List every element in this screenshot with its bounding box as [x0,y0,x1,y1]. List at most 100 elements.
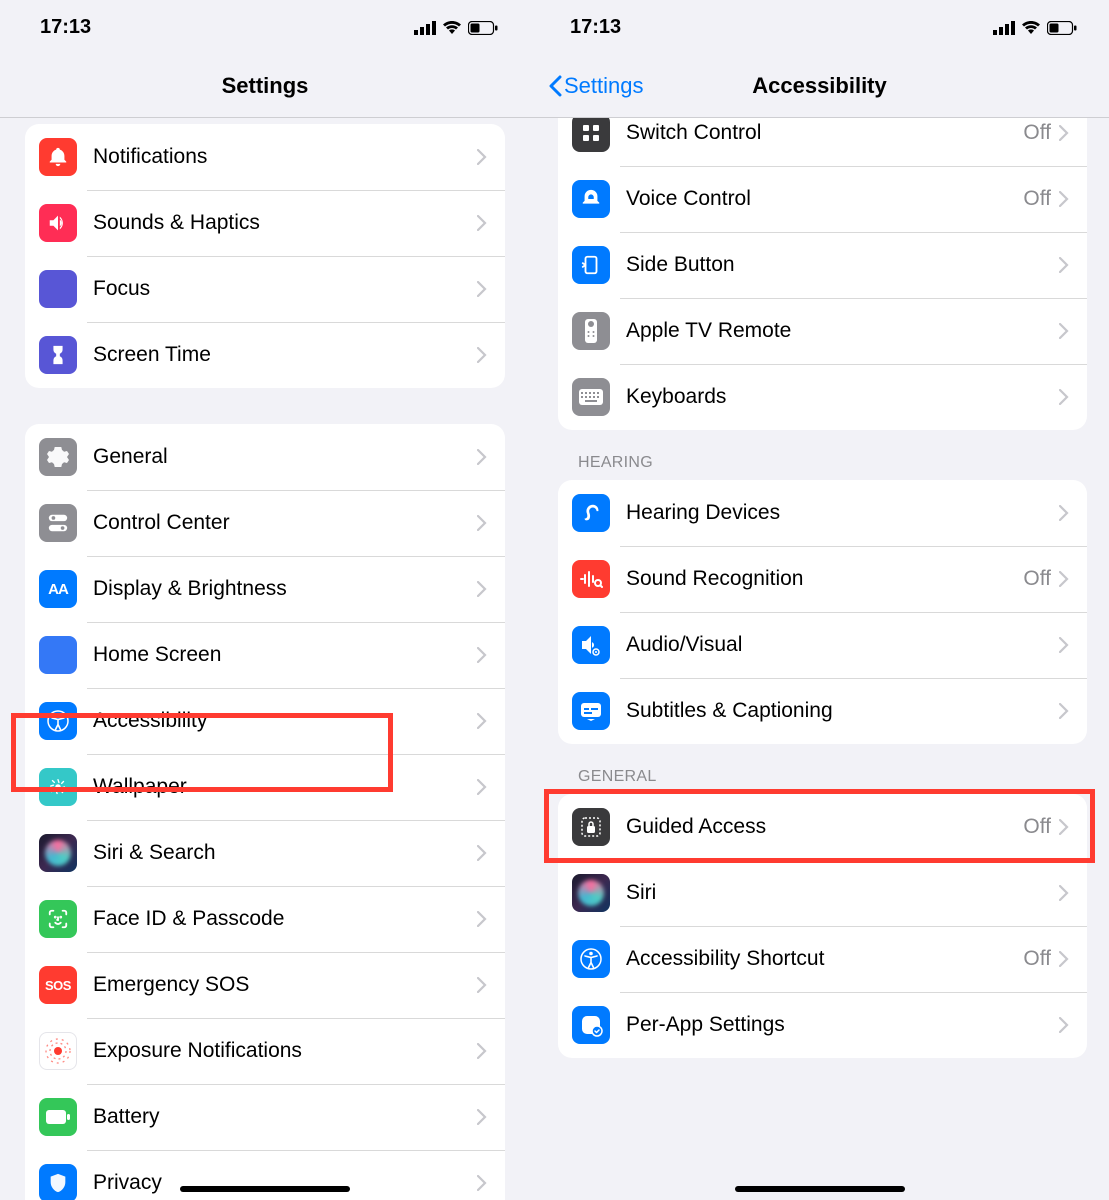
accessibility-screen: 17:13 Settings Accessibility Switch Cont… [530,0,1109,1200]
settings-group-2: General Control Center AA Display & Brig… [25,424,505,1200]
general-header: GENERAL [558,744,1087,794]
chevron-icon [1059,951,1069,967]
chevron-icon [1059,505,1069,521]
switch-control-icon [572,118,610,152]
row-emergency-sos[interactable]: SOS Emergency SOS [25,952,505,1018]
chevron-icon [477,581,487,597]
chevron-icon [477,977,487,993]
row-sounds-haptics[interactable]: Sounds & Haptics [25,190,505,256]
chevron-left-icon [548,75,562,97]
side-button-icon [572,246,610,284]
row-battery[interactable]: Battery [25,1084,505,1150]
row-label: Siri [626,881,1059,905]
row-label: Apple TV Remote [626,319,1059,343]
row-side-button[interactable]: Side Button [558,232,1087,298]
chevron-icon [477,845,487,861]
screen-time-icon [39,336,77,374]
status-bar: 17:13 [530,0,1109,55]
back-button[interactable]: Settings [548,73,644,99]
row-label: Battery [93,1105,477,1129]
chevron-icon [1059,191,1069,207]
row-siri-search[interactable]: Siri & Search [25,820,505,886]
acc-group-hearing: Hearing Devices Sound Recognition Off Au… [558,480,1087,744]
chevron-icon [477,1109,487,1125]
acc-group-general: Guided Access Off Siri Accessibility Sho… [558,794,1087,1058]
row-notifications[interactable]: Notifications [25,124,505,190]
guided-access-icon [572,808,610,846]
settings-group-1: Notifications Sounds & Haptics Focus Scr… [25,124,505,388]
face-id-icon [39,900,77,938]
row-value: Off [1023,815,1051,839]
subtitles-icon [572,692,610,730]
row-label: Side Button [626,253,1059,277]
row-label: Accessibility [93,709,477,733]
settings-content[interactable]: Notifications Sounds & Haptics Focus Scr… [0,118,530,1200]
row-screen-time[interactable]: Screen Time [25,322,505,388]
wifi-icon [1021,20,1041,35]
chevron-icon [477,215,487,231]
row-label: Guided Access [626,815,1023,839]
row-switch-control[interactable]: Switch Control Off [558,118,1087,166]
accessibility-content[interactable]: Switch Control Off Voice Control Off Sid… [530,118,1109,1200]
row-display-brightness[interactable]: AA Display & Brightness [25,556,505,622]
row-label: Display & Brightness [93,577,477,601]
chevron-icon [1059,1017,1069,1033]
status-time: 17:13 [570,16,621,39]
chevron-icon [1059,819,1069,835]
chevron-icon [477,281,487,297]
row-exposure-notifications[interactable]: Exposure Notifications [25,1018,505,1084]
row-accessibility-shortcut[interactable]: Accessibility Shortcut Off [558,926,1087,992]
row-sound-recognition[interactable]: Sound Recognition Off [558,546,1087,612]
row-value: Off [1023,121,1051,145]
row-privacy[interactable]: Privacy [25,1150,505,1200]
status-indicators [414,20,498,35]
row-label: Focus [93,277,477,301]
row-focus[interactable]: Focus [25,256,505,322]
row-subtitles-captioning[interactable]: Subtitles & Captioning [558,678,1087,744]
status-bar: 17:13 [0,0,530,55]
row-face-id-passcode[interactable]: Face ID & Passcode [25,886,505,952]
row-label: Face ID & Passcode [93,907,477,931]
row-apple-tv-remote[interactable]: Apple TV Remote [558,298,1087,364]
row-value: Off [1023,567,1051,591]
status-time: 17:13 [40,16,91,39]
home-indicator[interactable] [735,1186,905,1192]
row-keyboards[interactable]: Keyboards [558,364,1087,430]
row-accessibility[interactable]: Accessibility [25,688,505,754]
row-hearing-devices[interactable]: Hearing Devices [558,480,1087,546]
per-app-settings-icon [572,1006,610,1044]
status-indicators [993,20,1077,35]
chevron-icon [1059,323,1069,339]
chevron-icon [477,1043,487,1059]
row-general[interactable]: General [25,424,505,490]
nav-bar: Settings [0,55,530,118]
back-label: Settings [564,73,644,99]
chevron-icon [477,713,487,729]
chevron-icon [477,149,487,165]
audio-visual-icon [572,626,610,664]
voice-control-icon [572,180,610,218]
row-label: Siri & Search [93,841,477,865]
home-indicator[interactable] [180,1186,350,1192]
row-per-app-settings[interactable]: Per-App Settings [558,992,1087,1058]
sound-recognition-icon [572,560,610,598]
nav-bar: Settings Accessibility [530,55,1109,118]
row-guided-access[interactable]: Guided Access Off [558,794,1087,860]
siri-icon [39,834,77,872]
control-center-icon [39,504,77,542]
acc-group-physical: Switch Control Off Voice Control Off Sid… [558,118,1087,430]
row-voice-control[interactable]: Voice Control Off [558,166,1087,232]
siri-icon [572,874,610,912]
exposure-icon [39,1032,77,1070]
row-wallpaper[interactable]: Wallpaper [25,754,505,820]
row-audio-visual[interactable]: Audio/Visual [558,612,1087,678]
row-home-screen[interactable]: Home Screen [25,622,505,688]
row-value: Off [1023,187,1051,211]
battery-icon [468,21,498,35]
row-label: Emergency SOS [93,973,477,997]
display-icon: AA [39,570,77,608]
row-siri[interactable]: Siri [558,860,1087,926]
row-control-center[interactable]: Control Center [25,490,505,556]
keyboards-icon [572,378,610,416]
chevron-icon [477,779,487,795]
